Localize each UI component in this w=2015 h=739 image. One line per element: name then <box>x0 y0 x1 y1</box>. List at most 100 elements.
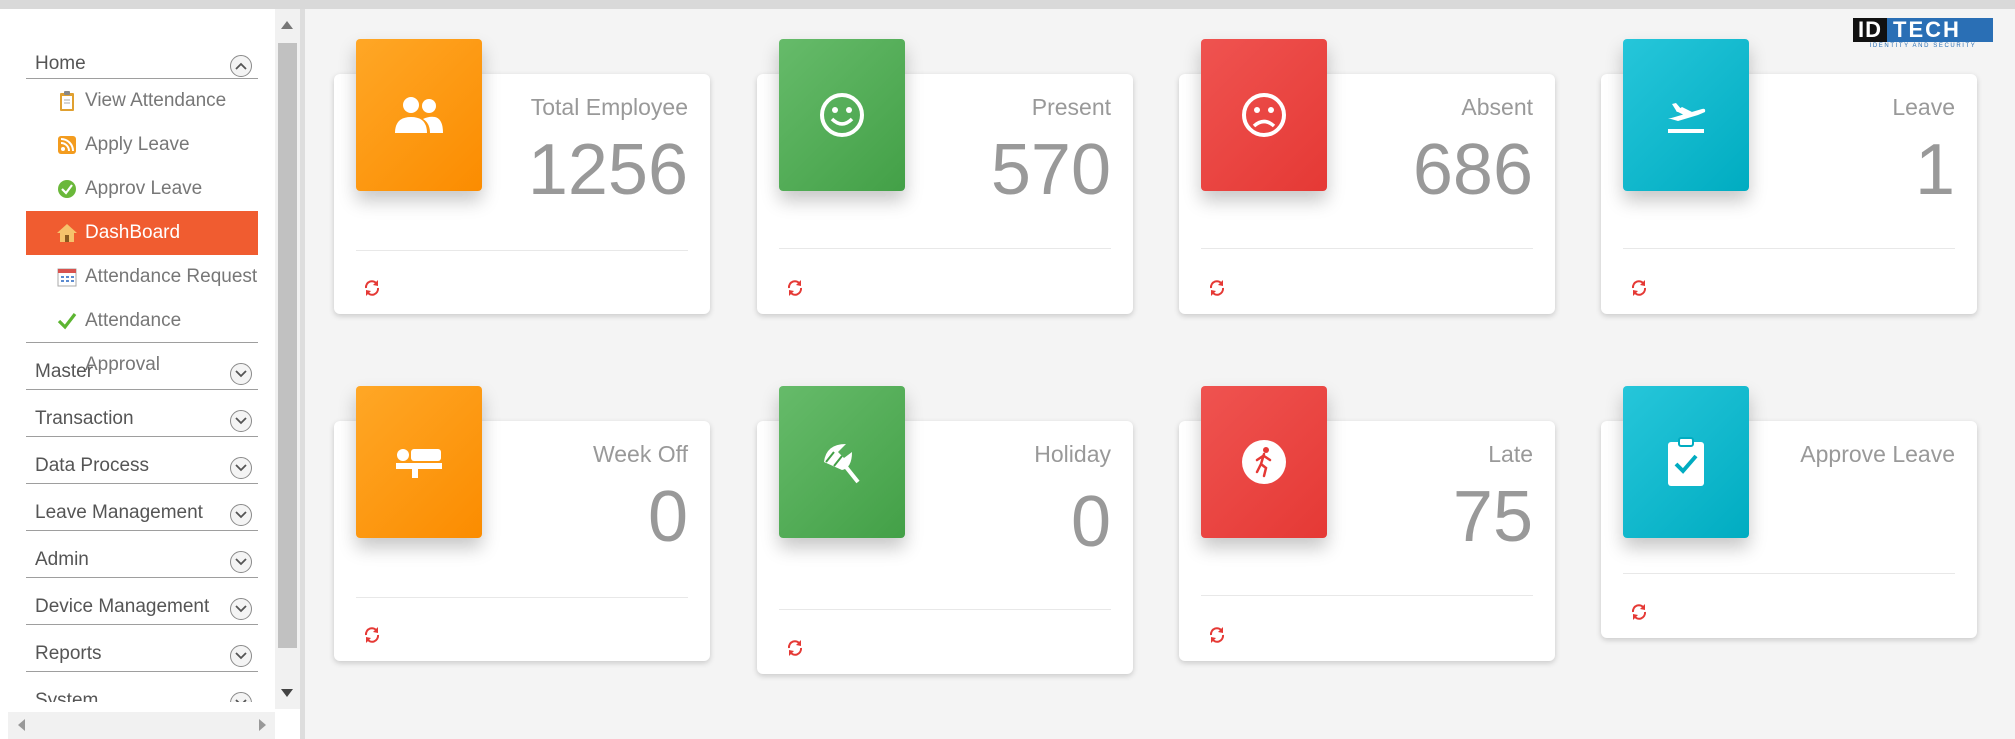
card-title: Approve Leave <box>1800 441 1955 467</box>
chevron-down-icon[interactable] <box>230 410 252 432</box>
company-logo: ID TECH IDENTITY AND SECURITY <box>1853 18 1993 52</box>
scroll-right-arrow-icon[interactable] <box>259 719 266 731</box>
sidebar-item-apply-leave[interactable]: Apply Leave <box>26 123 258 167</box>
chevron-up-icon[interactable] <box>230 55 252 77</box>
refresh-icon[interactable] <box>785 638 805 658</box>
top-border <box>0 0 2015 9</box>
menu-device-management[interactable]: Device Management <box>26 578 258 625</box>
tile-approve-leave <box>1623 386 1749 538</box>
refresh-icon[interactable] <box>1207 278 1227 298</box>
checkmark-icon <box>57 313 77 330</box>
chevron-down-icon[interactable] <box>230 598 252 620</box>
menu-label: Master <box>35 361 94 382</box>
menu-transaction[interactable]: Transaction <box>26 390 258 437</box>
menu-label: Transaction <box>35 408 134 429</box>
clipboard-check-icon <box>1668 437 1704 486</box>
menu-reports[interactable]: Reports <box>26 625 258 672</box>
card-value: 75 <box>1452 477 1533 557</box>
sidebar: Home View Attendance Apply Leave Approv … <box>0 9 300 739</box>
refresh-icon[interactable] <box>1207 625 1227 645</box>
card-divider <box>1201 595 1533 596</box>
card-divider <box>779 248 1111 249</box>
menu-admin[interactable]: Admin <box>26 531 258 578</box>
sad-icon <box>1242 93 1286 137</box>
menu-label: Data Process <box>35 455 150 476</box>
chevron-down-icon[interactable] <box>230 363 252 385</box>
rss-icon <box>58 136 76 154</box>
logo-tagline: IDENTITY AND SECURITY <box>1869 43 1977 49</box>
scroll-left-arrow-icon[interactable] <box>18 719 25 731</box>
card-title: Late <box>1488 441 1533 467</box>
card-divider <box>1623 573 1955 574</box>
running-man-icon <box>1242 440 1286 484</box>
card-value: 570 <box>990 130 1111 210</box>
card-value: 686 <box>1412 130 1533 210</box>
card-value: 0 <box>647 477 688 557</box>
menu-label: Reports <box>35 643 102 664</box>
card-title: Absent <box>1461 94 1533 120</box>
sidebar-item-label: DashBoard <box>85 222 181 243</box>
home-icon <box>57 224 77 242</box>
sidebar-horizontal-scrollbar[interactable] <box>8 712 275 739</box>
card-title: Present <box>1031 94 1111 120</box>
card-divider <box>1201 248 1533 249</box>
menu-home[interactable]: Home <box>26 35 258 79</box>
tile-leave <box>1623 39 1749 191</box>
refresh-icon[interactable] <box>362 625 382 645</box>
scroll-down-arrow-icon[interactable] <box>281 689 293 697</box>
check-circle-icon <box>58 180 76 198</box>
chevron-down-icon[interactable] <box>230 504 252 526</box>
sidebar-item-label: Apply Leave <box>85 134 190 155</box>
chevron-down-icon[interactable] <box>230 645 252 667</box>
tile-present <box>779 39 905 191</box>
sidebar-scroll-thumb[interactable] <box>278 43 297 648</box>
tile-absent <box>1201 39 1327 191</box>
chevron-down-icon[interactable] <box>230 692 252 702</box>
sidebar-item-attendance-approval[interactable]: Attendance Approval <box>26 299 258 375</box>
card-value: 1 <box>1914 130 1955 210</box>
refresh-icon[interactable] <box>785 278 805 298</box>
sidebar-item-label: Attendance Request <box>85 266 258 287</box>
menu-data-process[interactable]: Data Process <box>26 437 258 484</box>
card-title: Holiday <box>1034 441 1111 467</box>
beach-umbrella-icon <box>824 444 860 484</box>
menu-system[interactable]: System <box>26 672 258 702</box>
refresh-icon[interactable] <box>1629 278 1649 298</box>
tile-late <box>1201 386 1327 538</box>
card-divider <box>356 250 688 251</box>
bed-icon <box>396 449 442 478</box>
chevron-down-icon[interactable] <box>230 457 252 479</box>
clipboard-icon <box>60 91 74 111</box>
sidebar-item-label: View Attendance <box>85 90 227 111</box>
card-title: Week Off <box>592 441 688 467</box>
tile-holiday <box>779 386 905 538</box>
chevron-down-icon[interactable] <box>230 551 252 573</box>
sidebar-item-approv-leave[interactable]: Approv Leave <box>26 167 258 211</box>
card-value: 1256 <box>527 130 688 210</box>
calendar-icon <box>57 268 77 287</box>
sidebar-item-dashboard[interactable]: DashBoard <box>26 211 258 255</box>
smile-icon <box>820 93 864 137</box>
card-divider <box>356 597 688 598</box>
sidebar-item-attendance-request[interactable]: Attendance Request <box>26 255 258 299</box>
menu-home-label: Home <box>35 53 86 74</box>
menu-leave-management[interactable]: Leave Management <box>26 484 258 531</box>
menu-label: Device Management <box>35 596 210 617</box>
sidebar-item-view-attendance[interactable]: View Attendance <box>26 79 258 123</box>
tile-week-off <box>356 386 482 538</box>
logo-tech-text: TECH <box>1887 18 1993 42</box>
flight-takeoff-icon <box>1668 103 1706 133</box>
menu-label: Leave Management <box>35 502 203 523</box>
refresh-icon[interactable] <box>1629 602 1649 622</box>
card-title: Leave <box>1892 94 1955 120</box>
card-divider <box>779 609 1111 610</box>
refresh-icon[interactable] <box>362 278 382 298</box>
menu-label: System <box>35 690 99 702</box>
card-title: Total Employee <box>530 94 688 120</box>
sidebar-menu: Home View Attendance Apply Leave Approv … <box>26 35 258 702</box>
tile-total-employee <box>356 39 482 191</box>
menu-label: Admin <box>35 549 89 570</box>
scroll-up-arrow-icon[interactable] <box>281 21 293 29</box>
sidebar-item-label: Approv Leave <box>85 178 203 199</box>
menu-master[interactable]: Master <box>26 343 258 390</box>
